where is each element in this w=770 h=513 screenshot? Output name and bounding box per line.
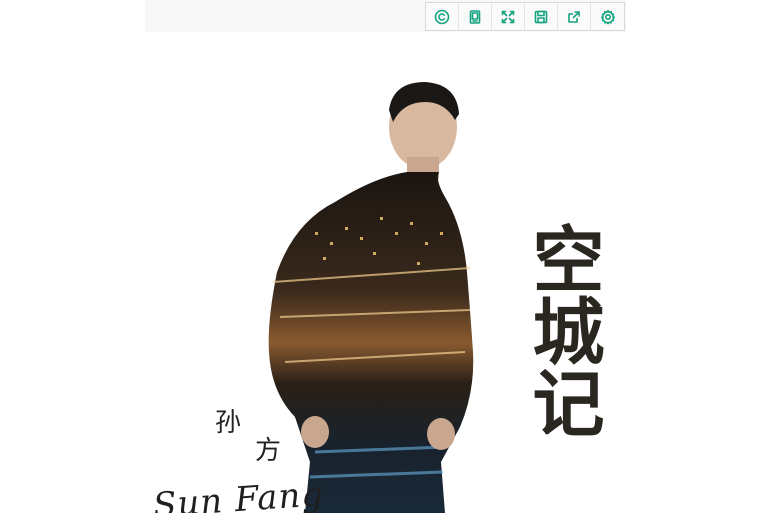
save-button[interactable]: [525, 3, 558, 30]
copy-icon: [469, 9, 481, 24]
settings-icon: [600, 9, 615, 24]
share-icon: [568, 10, 580, 23]
artist-photo: [268, 82, 474, 513]
album-cover: 空城记 孙 方 Sun Fang: [145, 32, 626, 513]
image-viewer: 空城记 孙 方 Sun Fang: [145, 0, 626, 513]
copyright-icon: [434, 9, 450, 24]
image-toolbar: [425, 2, 625, 31]
share-button[interactable]: [558, 3, 591, 30]
fullscreen-icon: [501, 10, 515, 23]
fullscreen-button[interactable]: [492, 3, 525, 30]
settings-button[interactable]: [591, 3, 624, 30]
artist-name-chinese: 孙 方: [215, 408, 295, 464]
copy-button[interactable]: [459, 3, 492, 30]
save-icon: [534, 10, 548, 23]
viewer-topbar: [145, 0, 626, 32]
copyright-button[interactable]: [426, 3, 459, 30]
artist-name-char-2: 方: [255, 436, 282, 466]
album-title: 空城记: [520, 222, 605, 438]
artist-name-char-1: 孙: [215, 408, 242, 438]
